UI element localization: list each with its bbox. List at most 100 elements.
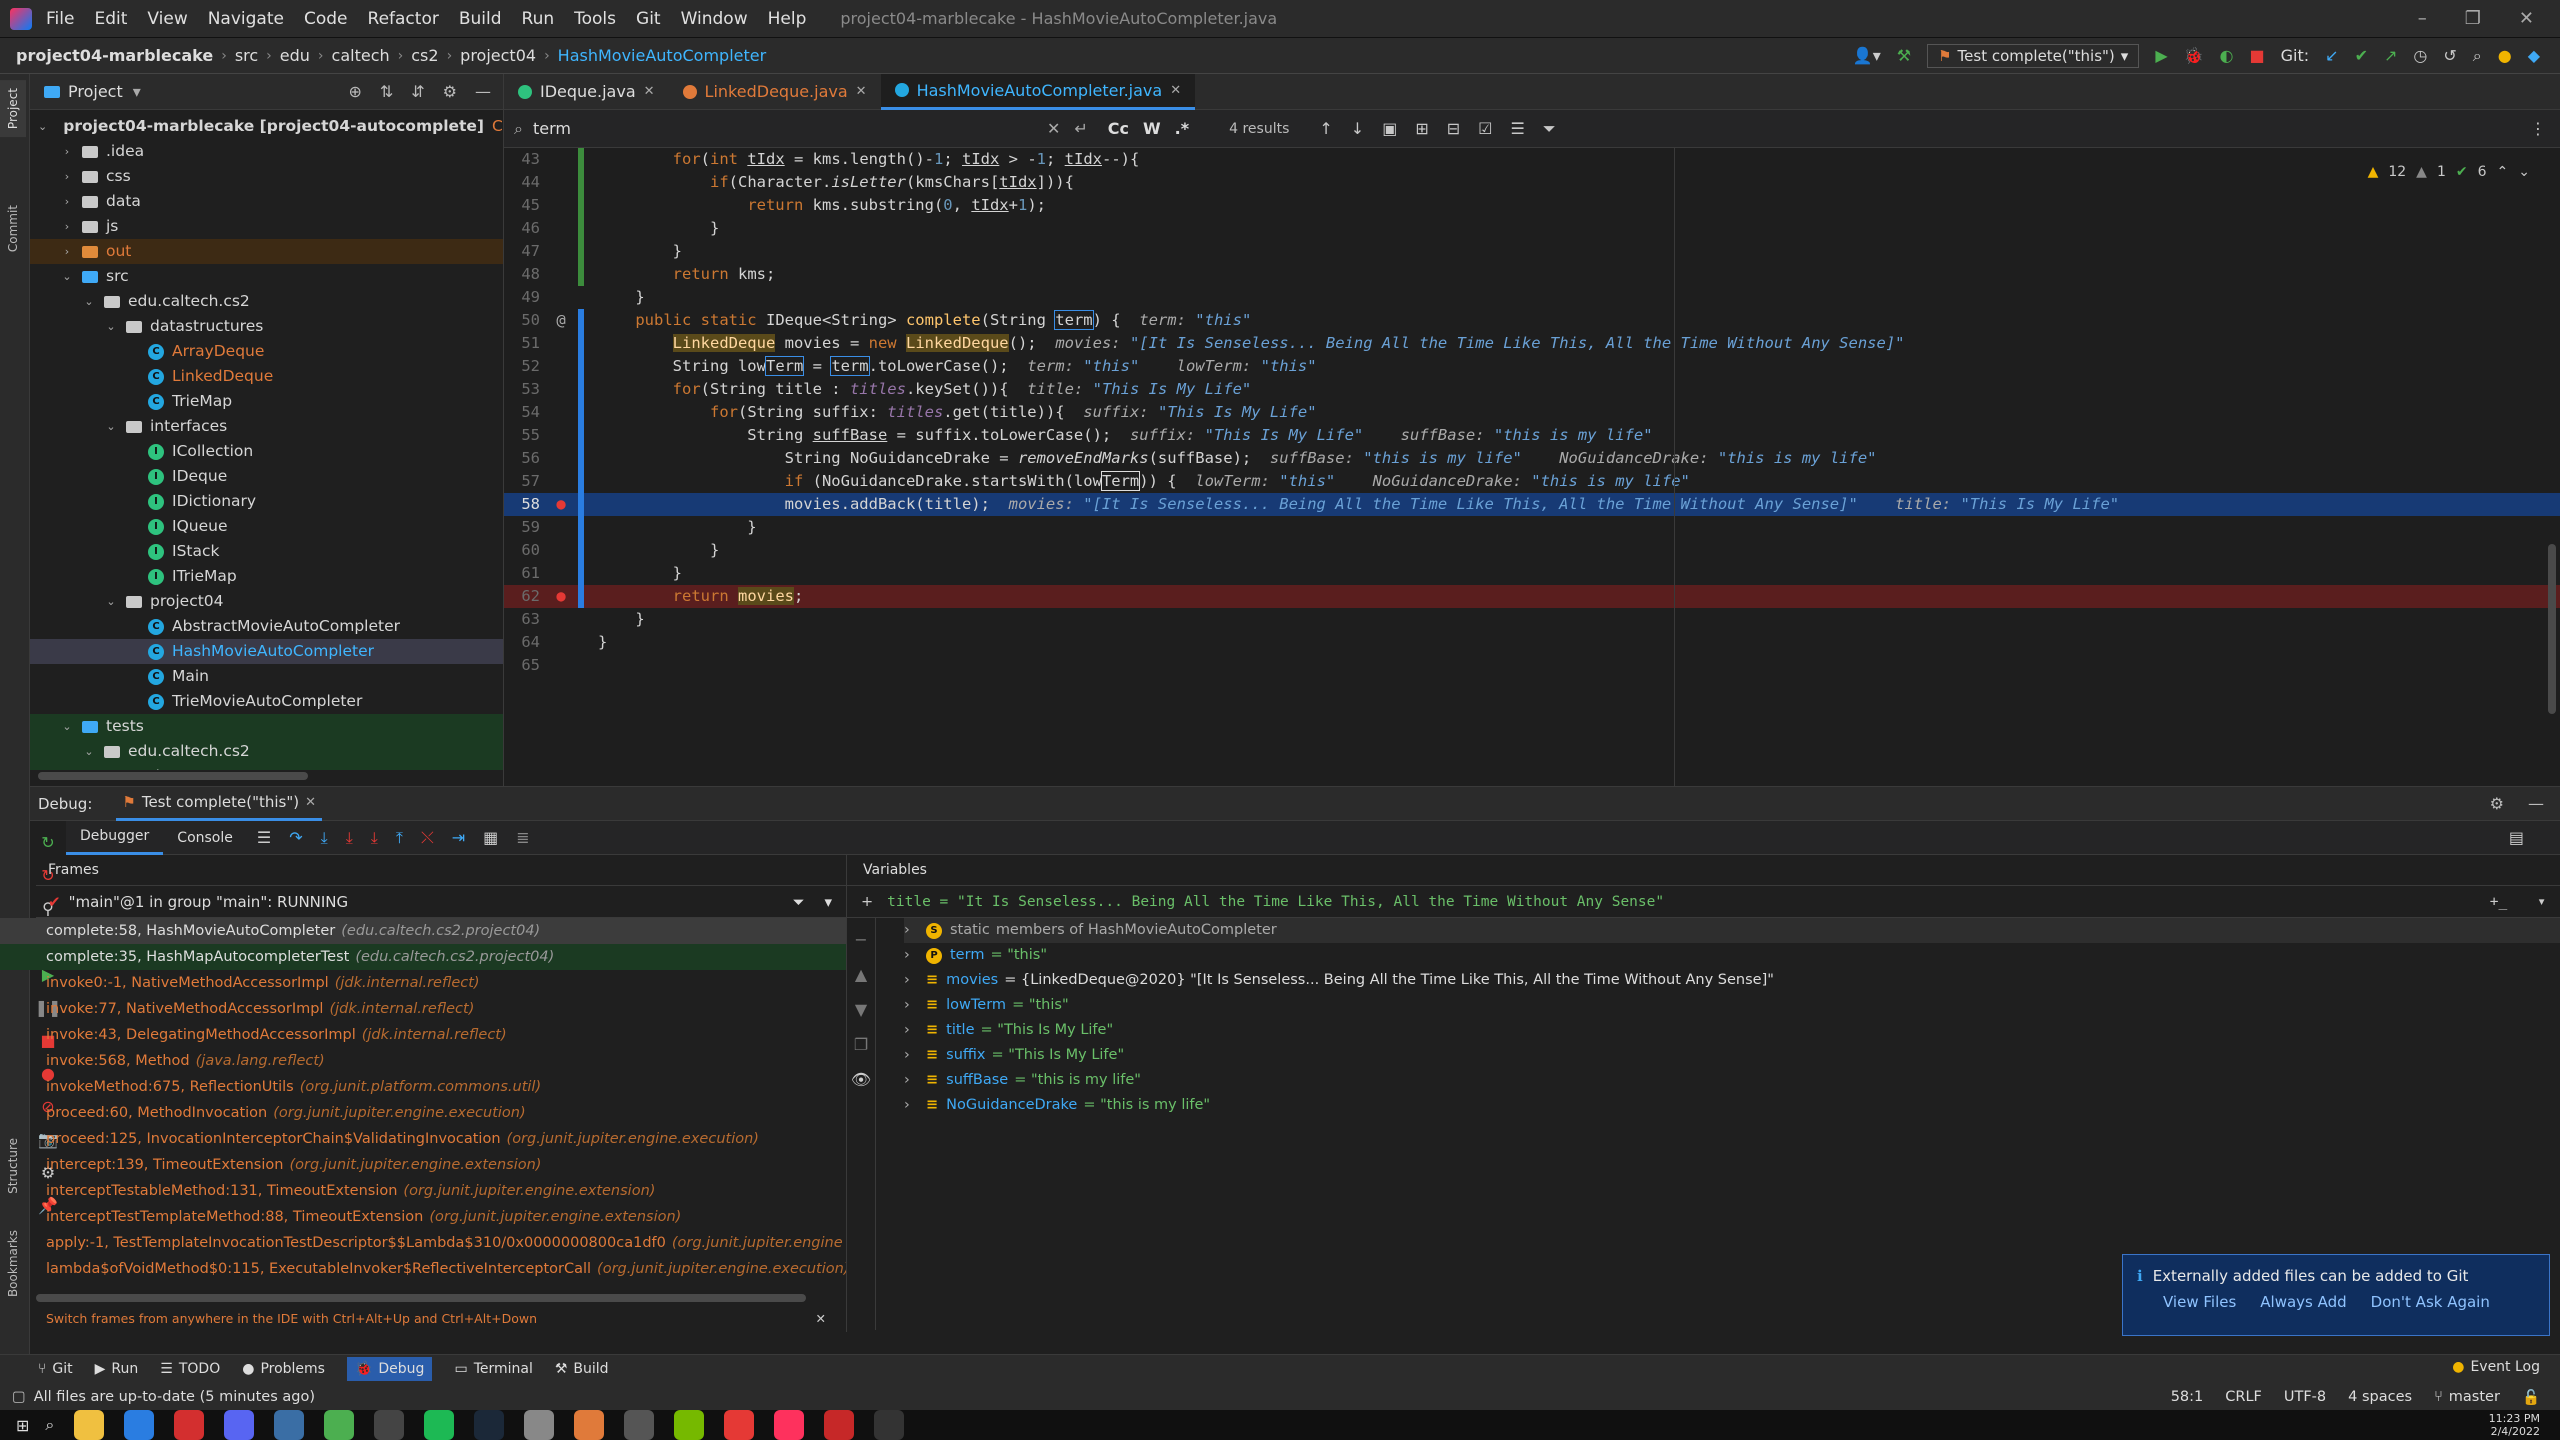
- line-number[interactable]: 48: [504, 263, 544, 286]
- next-occurrence-icon[interactable]: ↓: [1351, 119, 1364, 138]
- line-number[interactable]: 60: [504, 539, 544, 562]
- filter-icon[interactable]: ⏷: [792, 893, 804, 911]
- code-line[interactable]: 63 }: [504, 608, 2560, 631]
- hide-icon[interactable]: —: [2528, 794, 2544, 813]
- variable-noguidancedrake[interactable]: › ≡ NoGuidanceDrake = "this is my life": [904, 1093, 2560, 1118]
- files-icon[interactable]: [524, 1410, 555, 1440]
- line-number[interactable]: 45: [504, 194, 544, 217]
- breadcrumb-edu[interactable]: edu: [280, 46, 310, 65]
- tree-item-data[interactable]: › data: [30, 189, 503, 214]
- chevron-right-icon[interactable]: ›: [904, 918, 926, 943]
- intellij-icon[interactable]: [774, 1410, 805, 1440]
- code-line[interactable]: 50 @ public static IDeque<String> complet…: [504, 309, 2560, 332]
- code-line[interactable]: 57 if (NoGuidanceDrake.startsWith(lowTer…: [504, 470, 2560, 493]
- line-number[interactable]: 49: [504, 286, 544, 309]
- close-icon[interactable]: ✕: [2519, 8, 2534, 29]
- watch-row[interactable]: + title = "It Is Senseless... Being All …: [847, 886, 2560, 918]
- editor-tab-linkeddeque-java[interactable]: LinkedDeque.java ✕: [669, 74, 881, 110]
- vertical-scrollbar[interactable]: [2548, 544, 2556, 714]
- menu-git[interactable]: Git: [636, 9, 661, 29]
- chevron-down-icon[interactable]: ⌄: [104, 314, 118, 339]
- coverage-icon[interactable]: ◐: [2220, 46, 2234, 65]
- breadcrumb-project04-marblecake[interactable]: project04-marblecake: [16, 46, 213, 65]
- chrome-icon[interactable]: [324, 1410, 355, 1440]
- updates-icon[interactable]: ●: [2498, 46, 2512, 65]
- code-line[interactable]: 49 }: [504, 286, 2560, 309]
- horizontal-scrollbar[interactable]: [38, 772, 308, 780]
- step-into-icon[interactable]: ⤓: [346, 828, 353, 848]
- tree-item-edu-caltech-cs2[interactable]: ⌄ edu.caltech.cs2: [30, 289, 503, 314]
- breakpoint-icon[interactable]: ●: [544, 585, 578, 608]
- line-number[interactable]: 57: [504, 470, 544, 493]
- frame-item[interactable]: invoke:43, DelegatingMethodAccessorImpl (…: [0, 1022, 846, 1048]
- line-number[interactable]: 64: [504, 631, 544, 654]
- clear-icon[interactable]: ✕: [1047, 119, 1060, 138]
- words-button[interactable]: W: [1143, 119, 1161, 138]
- code-line[interactable]: 44 if(Character.isLetter(kmsChars[tIdx])…: [504, 171, 2560, 194]
- jetbrains-icon[interactable]: ◆: [2528, 46, 2540, 65]
- gutter[interactable]: [544, 470, 578, 493]
- chevron-right-icon[interactable]: ›: [904, 1093, 926, 1118]
- remove-occurrence-icon[interactable]: ⊟: [1447, 119, 1460, 138]
- tree-item-triemap[interactable]: C TrieMap: [30, 389, 503, 414]
- discord-icon[interactable]: [224, 1410, 255, 1440]
- expand-all-icon[interactable]: ⇅: [380, 82, 393, 101]
- duplicate-icon[interactable]: ❐: [854, 1035, 868, 1054]
- menu-code[interactable]: Code: [304, 9, 348, 29]
- gutter[interactable]: [544, 608, 578, 631]
- tree-item-itriemap[interactable]: I ITrieMap: [30, 564, 503, 589]
- misc-app-icon[interactable]: [874, 1410, 905, 1440]
- add-watch-icon[interactable]: +: [861, 894, 873, 910]
- gutter[interactable]: [544, 424, 578, 447]
- minimize-icon[interactable]: –: [2418, 8, 2427, 29]
- line-number[interactable]: 43: [504, 148, 544, 171]
- search-icon[interactable]: ⌕: [2473, 46, 2482, 66]
- chevron-down-icon[interactable]: ⌄: [82, 289, 96, 314]
- threads-menu-icon[interactable]: ☰: [257, 828, 271, 847]
- system-clock[interactable]: 11:23 PM 2/4/2022: [2489, 1412, 2560, 1438]
- gutter[interactable]: [544, 355, 578, 378]
- step-out-icon[interactable]: ⤒: [396, 828, 403, 848]
- chevron-down-icon[interactable]: ⌄: [60, 714, 74, 739]
- regex-button[interactable]: .*: [1175, 119, 1189, 138]
- variable-static[interactable]: › Sstatic members of HashMovieAutoComplete…: [904, 918, 2560, 943]
- inspection-widget[interactable]: ▲ 12 ▲ 1 ✔ 6 ⌃ ⌄: [2368, 164, 2530, 180]
- red-app-icon[interactable]: [824, 1410, 855, 1440]
- chevron-right-icon[interactable]: ›: [60, 139, 74, 164]
- tool-tab-terminal[interactable]: ▭ Terminal: [454, 1361, 532, 1377]
- tree-item-project04-marblecake-project04-autocomplete[interactable]: ⌄ project04-marblecake [project04-autocom…: [30, 114, 503, 139]
- menu-run[interactable]: Run: [522, 9, 555, 29]
- line-number[interactable]: 54: [504, 401, 544, 424]
- tree-item-main[interactable]: C Main: [30, 664, 503, 689]
- taskbar-search-icon[interactable]: ⌕: [45, 1415, 54, 1435]
- windows-start-icon[interactable]: ⊞: [16, 1416, 29, 1435]
- code-line[interactable]: 58 ● movies.addBack(title); movies: "[It …: [504, 493, 2560, 516]
- gutter[interactable]: [544, 171, 578, 194]
- layout-icon[interactable]: ▤: [2509, 828, 2524, 847]
- editor-tab-hashmovieautocompleter-java[interactable]: HashMovieAutoCompleter.java ✕: [880, 73, 1196, 110]
- select-all-icon[interactable]: ▣: [1382, 119, 1397, 138]
- git-client-icon[interactable]: [574, 1410, 605, 1440]
- variable-term[interactable]: › Pterm = "this": [904, 943, 2560, 968]
- frame-item[interactable]: complete:58, HashMovieAutoCompleter (edu.…: [0, 918, 846, 944]
- line-number[interactable]: 58: [504, 493, 544, 516]
- watch-eye-icon[interactable]: 👁: [851, 1070, 871, 1089]
- line-number[interactable]: 46: [504, 217, 544, 240]
- nvidia-icon[interactable]: [674, 1410, 705, 1440]
- code-line[interactable]: 64}: [504, 631, 2560, 654]
- code-line[interactable]: 59 }: [504, 516, 2560, 539]
- rerun-icon[interactable]: ↻: [41, 833, 54, 852]
- code-line[interactable]: 51 LinkedDeque movies = new LinkedDeque(…: [504, 332, 2560, 355]
- frame-item[interactable]: apply:-1, TestTemplateInvocationTestDesc…: [0, 1230, 846, 1256]
- tree-item-linkeddeque[interactable]: C LinkedDeque: [30, 364, 503, 389]
- tree-item-abstractmovieautocompleter[interactable]: C AbstractMovieAutoCompleter: [30, 614, 503, 639]
- code-line[interactable]: 47 }: [504, 240, 2560, 263]
- new-watch-icon[interactable]: +̲: [2490, 894, 2507, 910]
- gutter[interactable]: [544, 148, 578, 171]
- frame-item[interactable]: proceed:60, MethodInvocation (org.junit.j…: [0, 1100, 846, 1126]
- maximize-icon[interactable]: ❐: [2465, 8, 2481, 29]
- notification-action-don-t-ask-again[interactable]: Don't Ask Again: [2371, 1293, 2490, 1311]
- tree-item-datastructures[interactable]: ⌄ datastructures: [30, 314, 503, 339]
- chevron-down-icon[interactable]: ⌄: [104, 589, 118, 614]
- git-commit-icon[interactable]: ✔: [2355, 46, 2368, 65]
